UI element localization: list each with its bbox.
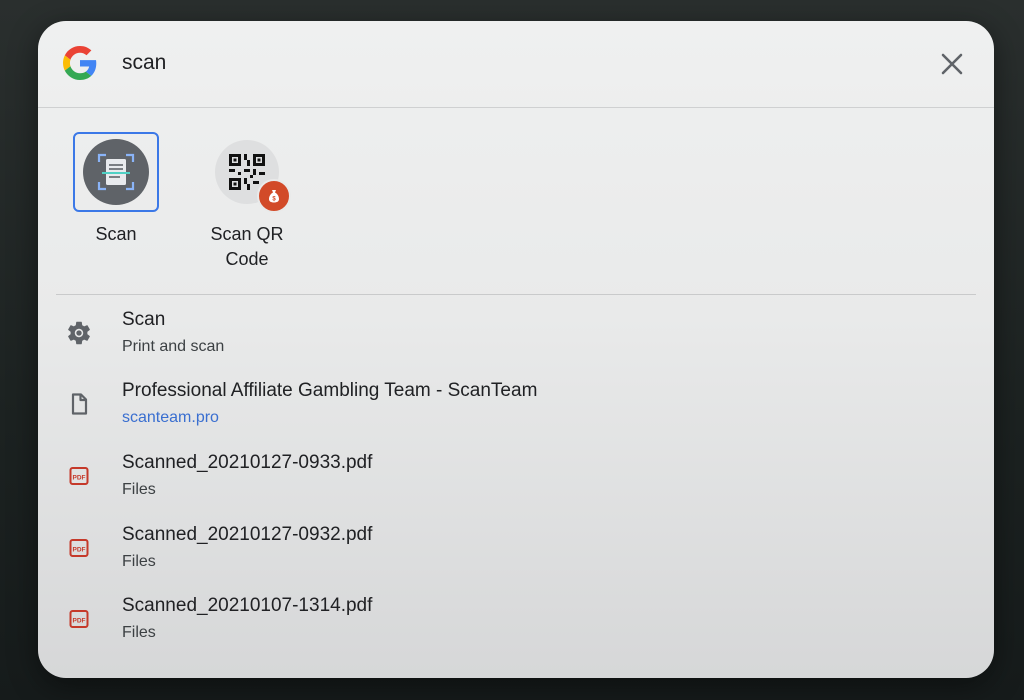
result-row-file[interactable]: PDF Scanned_20210127-0933.pdf Files: [38, 444, 994, 514]
result-row-file[interactable]: PDF Scanned_20210127-0932.pdf Files: [38, 516, 994, 586]
result-title: Scanned_20210107-1314.pdf: [122, 595, 373, 616]
google-logo-icon: [63, 46, 97, 80]
result-title: Scan: [122, 309, 166, 330]
svg-text:PDF: PDF: [73, 475, 86, 482]
svg-text:PDF: PDF: [73, 618, 86, 625]
app-results: Scan $ Scan QR Code: [38, 108, 994, 294]
app-tile-label: Scan QR Code: [210, 224, 284, 269]
gear-icon: [65, 319, 93, 347]
result-title: Professional Affiliate Gambling Team - S…: [122, 380, 538, 401]
pdf-file-icon: PDF: [65, 534, 93, 562]
section-divider: [56, 294, 976, 295]
search-input[interactable]: [122, 47, 822, 79]
result-row-scan-setting[interactable]: Scan Print and scan: [38, 301, 994, 371]
close-button[interactable]: [934, 46, 970, 82]
result-url-link[interactable]: scanteam.pro: [122, 408, 219, 428]
page-icon: [65, 390, 93, 418]
app-tile-scan-qr-code[interactable]: $ Scan QR Code: [187, 132, 307, 272]
app-tile-focus-ring: [73, 132, 159, 212]
result-row-file[interactable]: PDF Scanned_20210107-1314.pdf Files: [38, 587, 994, 657]
qr-code-icon: $: [215, 140, 291, 213]
document-scanner-icon: [83, 139, 149, 205]
result-title: Scanned_20210127-0933.pdf: [122, 452, 373, 473]
app-tile-icon-wrap: $: [204, 132, 291, 213]
search-bar: [38, 21, 994, 108]
result-row-web-page[interactable]: Professional Affiliate Gambling Team - S…: [38, 372, 994, 442]
money-bag-badge-icon: $: [257, 179, 291, 213]
pdf-file-icon: PDF: [65, 462, 93, 490]
result-subtitle: Files: [122, 481, 156, 498]
app-tile-scan[interactable]: Scan: [56, 132, 176, 247]
svg-text:PDF: PDF: [73, 547, 86, 554]
result-title: Scanned_20210127-0932.pdf: [122, 524, 373, 545]
result-subtitle: Files: [122, 624, 156, 641]
app-tile-label: Scan: [95, 224, 137, 244]
result-subtitle: Files: [122, 553, 156, 570]
launcher-panel: Scan: [38, 21, 994, 678]
close-icon: [941, 53, 963, 75]
pdf-file-icon: PDF: [65, 605, 93, 633]
result-subtitle: Print and scan: [122, 338, 225, 355]
